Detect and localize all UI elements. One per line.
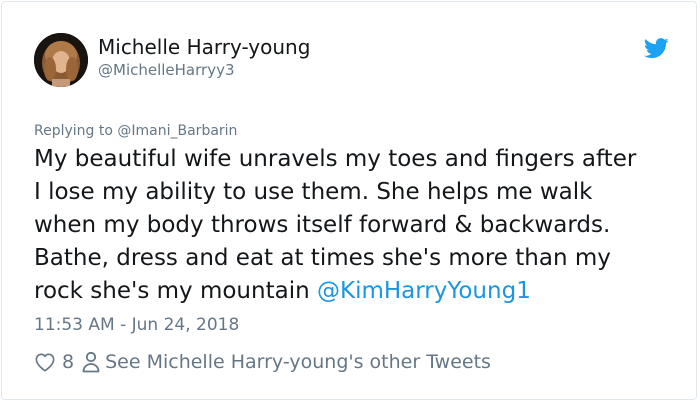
replying-to: Replying to @Imani_Barbarin bbox=[34, 123, 237, 139]
replying-to-mention[interactable]: @Imani_Barbarin bbox=[117, 123, 237, 139]
tweet-line-last: rock she's my mountain @KimHarryYoung1 bbox=[34, 275, 684, 308]
person-icon bbox=[82, 351, 100, 373]
avatar[interactable] bbox=[34, 33, 88, 87]
tweet-text: My beautiful wife unravels my toes and f… bbox=[34, 143, 684, 308]
tweet-card: Michelle Harry-young @MichelleHarryy3 Re… bbox=[1, 1, 697, 400]
tweet-timestamp[interactable]: 11:53 AM - Jun 24, 2018 bbox=[34, 315, 239, 335]
tweet-line: I lose my ability to use them. She helps… bbox=[34, 179, 593, 205]
heart-icon bbox=[35, 353, 55, 372]
tweet-line: My beautiful wife unravels my toes and f… bbox=[34, 146, 637, 172]
like-button[interactable]: 8 bbox=[34, 351, 74, 373]
replying-to-prefix: Replying to bbox=[34, 123, 118, 139]
twitter-bird-icon[interactable] bbox=[644, 38, 669, 59]
tweet-actions: 8 See Michelle Harry-young's other Tweet… bbox=[34, 349, 491, 375]
like-count: 8 bbox=[62, 351, 75, 373]
tweet-line: rock she's my mountain bbox=[34, 278, 317, 304]
other-tweets-label: See Michelle Harry-young's other Tweets bbox=[105, 351, 491, 373]
avatar-image bbox=[34, 33, 88, 87]
other-tweets-link[interactable]: See Michelle Harry-young's other Tweets bbox=[82, 351, 491, 373]
tweet-line: when my body throws itself forward & bac… bbox=[34, 212, 611, 238]
author-handle[interactable]: @MichelleHarryy3 bbox=[98, 61, 235, 79]
tweet-line: Bathe, dress and eat at times she's more… bbox=[34, 245, 611, 271]
author-display-name[interactable]: Michelle Harry-young bbox=[98, 35, 310, 59]
tweet-mention-link[interactable]: @KimHarryYoung1 bbox=[317, 278, 531, 304]
